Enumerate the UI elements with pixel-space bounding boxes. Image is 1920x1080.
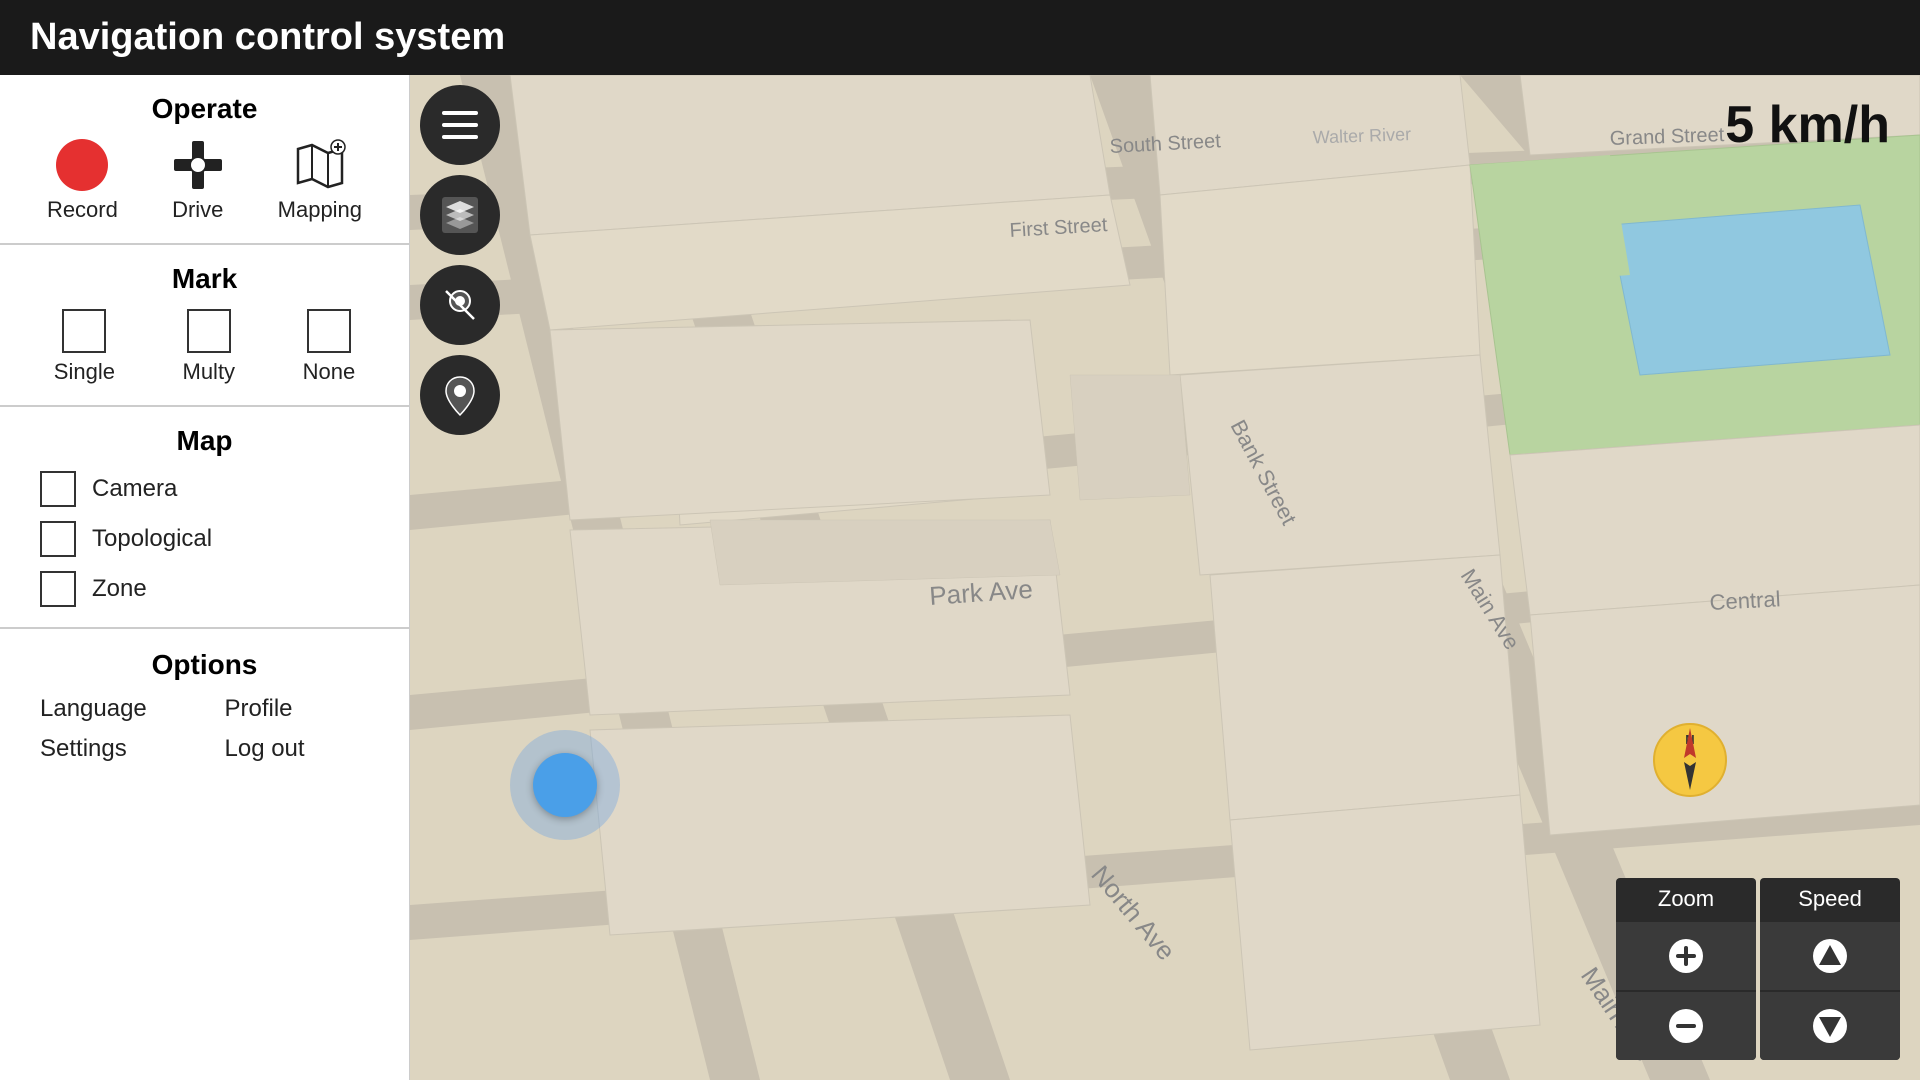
location-inner-dot [533, 753, 597, 817]
record-label: Record [47, 197, 118, 223]
compass: N [1650, 720, 1730, 800]
topological-checkbox[interactable] [40, 521, 76, 557]
speed-down-button[interactable] [1760, 992, 1900, 1060]
single-mark-box [62, 309, 106, 353]
speed-down-icon [1811, 1007, 1849, 1045]
drive-label: Drive [172, 197, 223, 223]
none-mark-box [307, 309, 351, 353]
multy-mark-button[interactable]: Multy [183, 309, 236, 385]
app-title: Navigation control system [30, 16, 505, 59]
topological-label: Topological [92, 525, 212, 553]
main-layout: Operate Record Drive [0, 75, 1920, 1080]
zone-label: Zone [92, 575, 147, 603]
operate-title: Operate [20, 93, 389, 125]
camera-label: Camera [92, 475, 177, 503]
compass-svg: N [1650, 720, 1730, 800]
map-title: Map [20, 425, 389, 457]
map-checkboxes: Camera Topological Zone [20, 471, 389, 607]
language-option[interactable]: Language [40, 695, 205, 723]
location-off-button[interactable] [420, 265, 500, 345]
drive-icon [172, 139, 224, 191]
camera-checkbox-row[interactable]: Camera [40, 471, 389, 507]
sidebar: Operate Record Drive [0, 75, 410, 1080]
location-on-button[interactable] [420, 355, 500, 435]
none-mark-label: None [303, 359, 356, 385]
speed-up-button[interactable] [1760, 922, 1900, 990]
mapping-button[interactable]: Mapping [278, 139, 362, 223]
speed-value: 5 km/h [1725, 96, 1890, 154]
layers-icon [438, 193, 482, 237]
zoom-title: Zoom [1616, 878, 1756, 920]
mark-section: Mark Single Multy None [0, 245, 409, 407]
mapping-icon [294, 139, 346, 191]
zoom-panel: Zoom [1616, 878, 1756, 1060]
menu-icon [438, 103, 482, 147]
header: Navigation control system [0, 0, 1920, 75]
location-off-icon [438, 283, 482, 327]
svg-text:Grand Street: Grand Street [1609, 124, 1725, 150]
topological-checkbox-row[interactable]: Topological [40, 521, 389, 557]
logout-option[interactable]: Log out [225, 735, 390, 763]
operate-section: Operate Record Drive [0, 75, 409, 245]
single-mark-button[interactable]: Single [54, 309, 115, 385]
menu-button[interactable] [420, 85, 500, 165]
svg-text:Central: Central [1709, 586, 1781, 615]
drive-button[interactable]: Drive [172, 139, 224, 223]
map-section: Map Camera Topological Zone [0, 407, 409, 629]
profile-option[interactable]: Profile [225, 695, 390, 723]
map-area[interactable]: South Street First Street Bank Street Ma… [410, 75, 1920, 1080]
mapping-label: Mapping [278, 197, 362, 223]
zoom-in-button[interactable] [1616, 922, 1756, 990]
record-button[interactable]: Record [47, 139, 118, 223]
mark-buttons: Single Multy None [20, 309, 389, 385]
speed-control-panel: Speed [1760, 878, 1900, 1060]
layers-button[interactable] [420, 175, 500, 255]
options-title: Options [20, 649, 389, 681]
location-dot [510, 730, 620, 840]
options-grid: Language Profile Settings Log out [20, 695, 389, 763]
record-icon [56, 139, 108, 191]
multy-mark-label: Multy [183, 359, 236, 385]
single-mark-label: Single [54, 359, 115, 385]
left-toolbar [420, 85, 500, 435]
svg-text:Walter River: Walter River [1312, 124, 1411, 147]
zone-checkbox[interactable] [40, 571, 76, 607]
location-outer-ring [510, 730, 620, 840]
camera-checkbox[interactable] [40, 471, 76, 507]
zoom-out-icon [1667, 1007, 1705, 1045]
zoom-in-icon [1667, 937, 1705, 975]
options-section: Options Language Profile Settings Log ou… [0, 629, 409, 1080]
mark-title: Mark [20, 263, 389, 295]
speed-up-icon [1811, 937, 1849, 975]
bottom-controls: Zoom Speed [1616, 878, 1900, 1060]
location-pin-icon [438, 373, 482, 417]
operate-buttons: Record Drive [20, 139, 389, 223]
speed-control-title: Speed [1760, 878, 1900, 920]
none-mark-button[interactable]: None [303, 309, 356, 385]
speed-indicator: 5 km/h [1725, 95, 1890, 155]
zoom-out-button[interactable] [1616, 992, 1756, 1060]
multy-mark-box [187, 309, 231, 353]
settings-option[interactable]: Settings [40, 735, 205, 763]
zone-checkbox-row[interactable]: Zone [40, 571, 389, 607]
